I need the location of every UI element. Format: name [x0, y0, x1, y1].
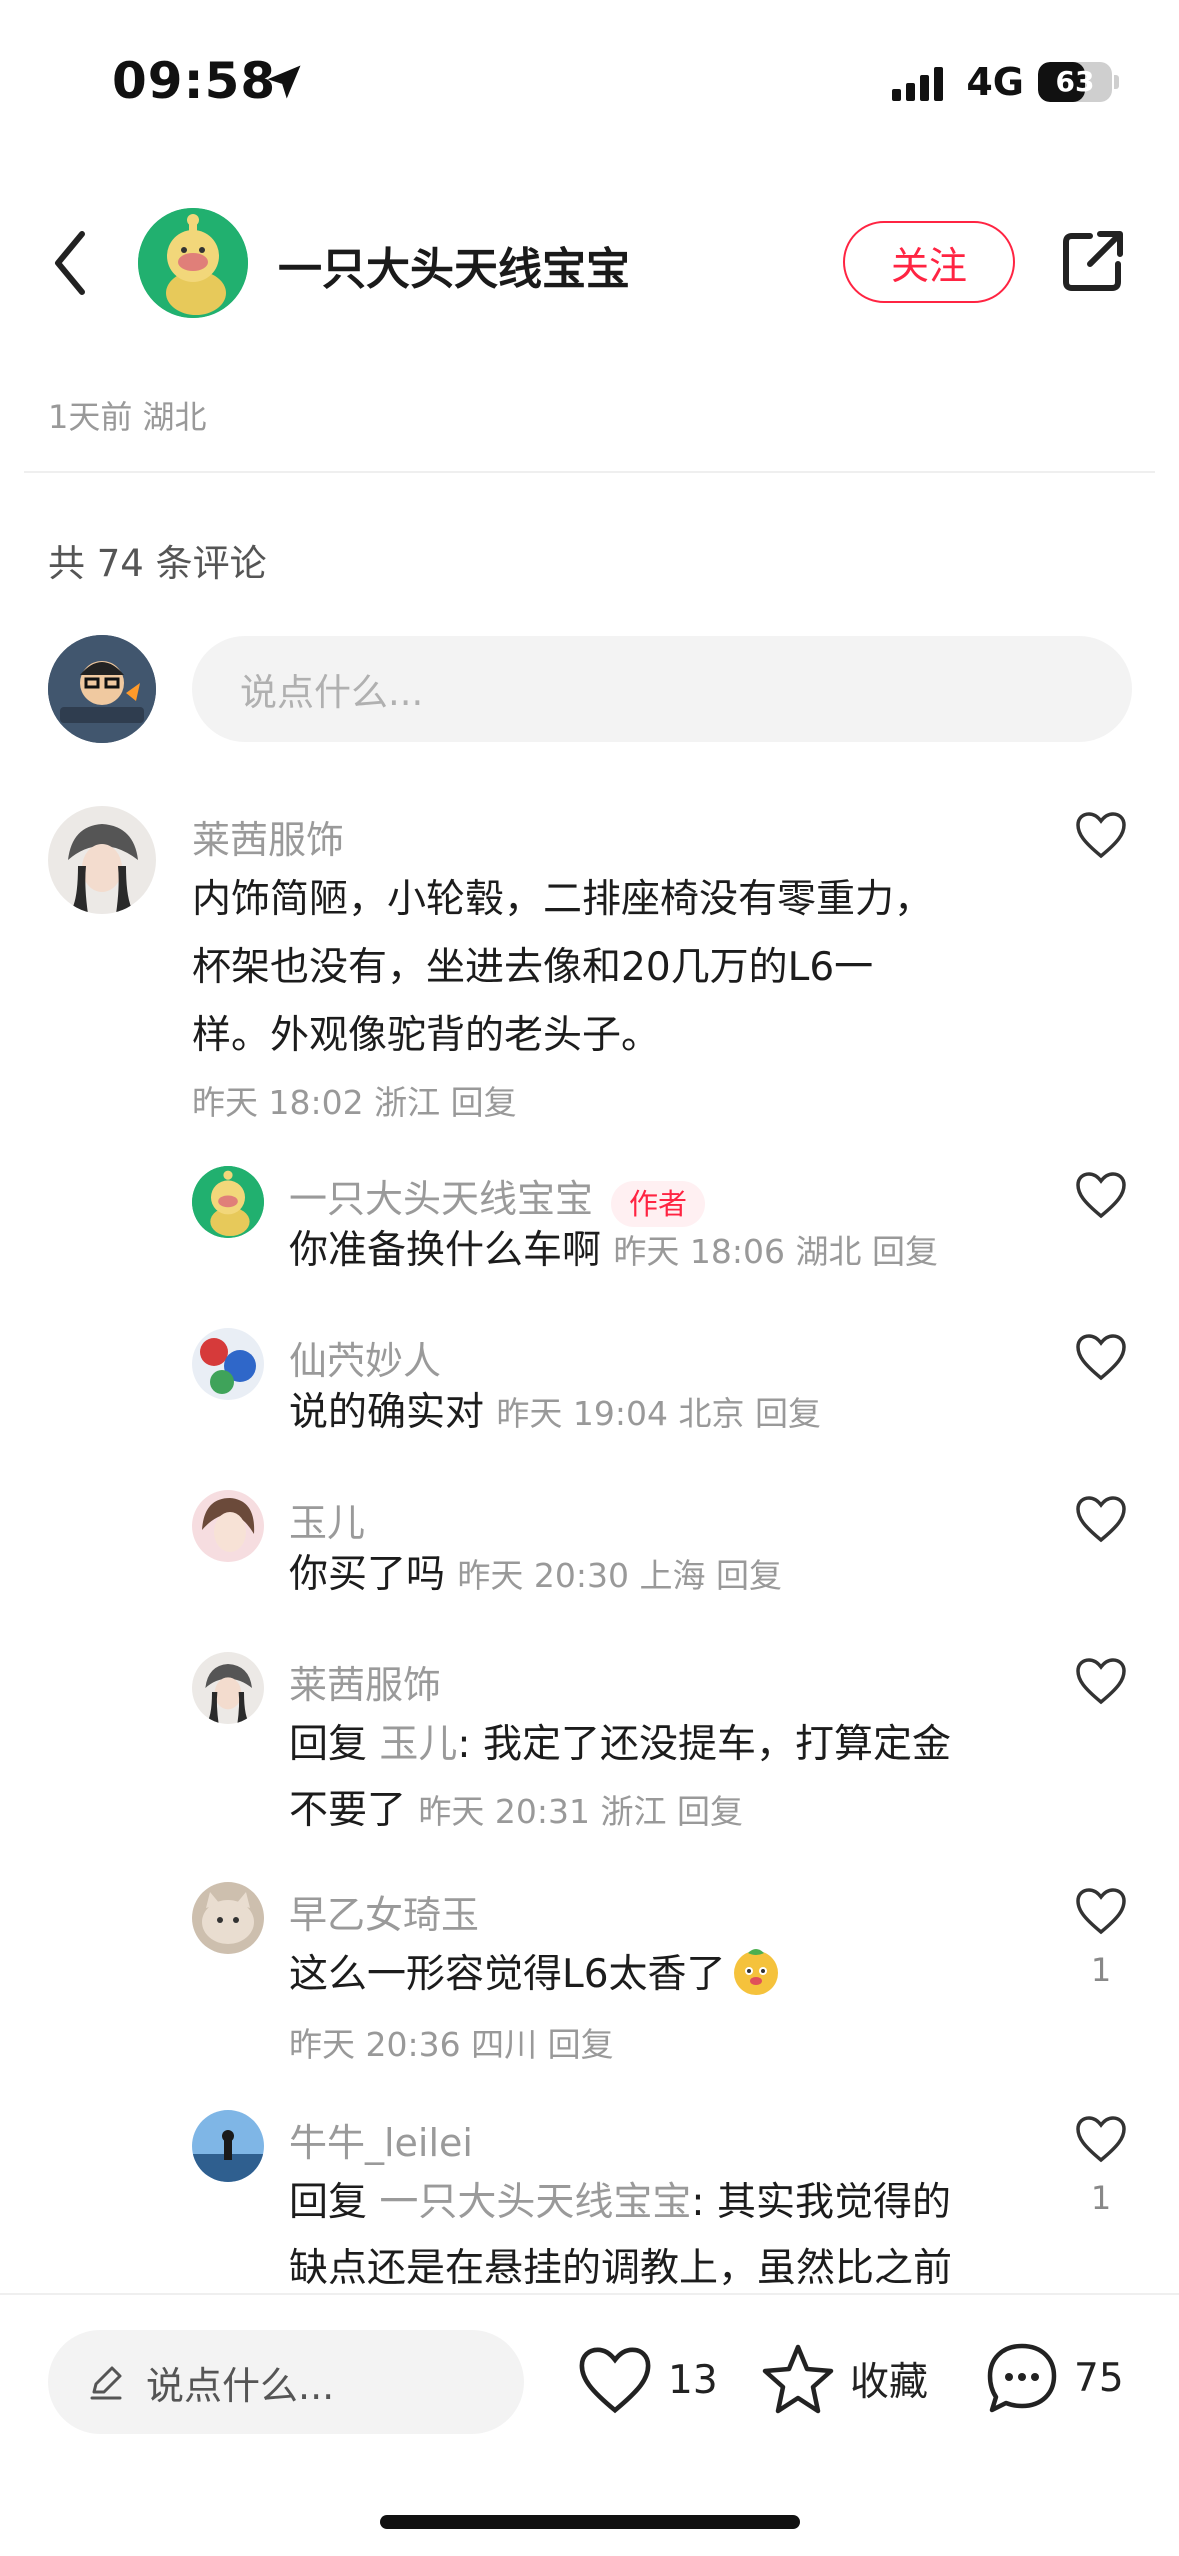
comment-line: 样。外观像驼背的老头子。: [192, 1013, 661, 1058]
reply-to-name[interactable]: 玉儿: [379, 1722, 457, 1767]
signal-icon: [892, 63, 952, 101]
bottom-divider: [0, 2293, 1179, 2295]
comment-total: 75: [1074, 2355, 1124, 2401]
reply-prefix: 回复: [289, 1722, 380, 1767]
like-count: 1: [1090, 2179, 1112, 2217]
battery-tip: [1114, 75, 1119, 89]
reply-text: 回复 一只大头天线宝宝: 其实我觉得的 缺点还是在悬挂的调教上，虽然比之前: [289, 2170, 952, 2302]
reply-body: : 其实我觉得的: [691, 2180, 951, 2225]
reply-avatar[interactable]: [192, 1882, 264, 1954]
reply-meta[interactable]: 昨天 19:04 北京 回复: [496, 1394, 821, 1433]
battery-icon: 63: [1038, 62, 1112, 102]
heart-icon[interactable]: [1074, 1886, 1128, 1936]
reply-username[interactable]: 玉儿: [289, 1492, 365, 1547]
reply-body: : 我定了还没提车，打算定金: [457, 1722, 951, 1767]
comment-line: 内饰简陋，小轮毂，二排座椅没有零重力，: [192, 877, 934, 922]
comment-input[interactable]: 说点什么...: [192, 636, 1132, 742]
reply-body: 你买了吗: [289, 1552, 446, 1597]
heart-icon[interactable]: [1074, 1656, 1128, 1706]
follow-button[interactable]: 关注: [843, 221, 1015, 303]
comment-text: 内饰简陋，小轮毂，二排座椅没有零重力， 杯架也没有，坐进去像和20几万的L6一 …: [192, 866, 933, 1070]
heart-icon[interactable]: [1074, 1494, 1128, 1544]
share-icon[interactable]: [1060, 228, 1126, 294]
battery-level: 63: [1055, 65, 1095, 98]
status-right: 4G 63: [892, 60, 1119, 104]
reply-to-name[interactable]: 一只大头天线宝宝: [379, 2180, 691, 2225]
like-button[interactable]: 13: [576, 2344, 718, 2416]
like-count: 1: [1090, 1951, 1112, 1989]
network-type: 4G: [966, 60, 1024, 104]
status-time: 09:58: [112, 52, 277, 110]
back-icon[interactable]: [50, 228, 90, 298]
comment-meta[interactable]: 昨天 18:02 浙江 回复: [192, 1076, 517, 1124]
reply-username[interactable]: 早乙女琦玉: [289, 1884, 479, 1939]
reply-avatar[interactable]: [192, 1328, 264, 1400]
home-indicator: [380, 2515, 800, 2529]
bottom-input-placeholder: 说点什么...: [146, 2363, 335, 2408]
comment-username[interactable]: 莱茜服饰: [192, 809, 344, 864]
author-badge: 作者: [611, 1180, 706, 1227]
collect-label: 收藏: [850, 2360, 929, 2405]
reply-avatar[interactable]: [192, 1490, 264, 1562]
reply-username[interactable]: 莱茜服饰: [289, 1654, 441, 1709]
reply-line: 回复 一只大头天线宝宝: 其实我觉得的: [289, 2170, 952, 2236]
author-avatar[interactable]: [138, 208, 248, 318]
reply-meta[interactable]: 昨天 20:36 四川 回复: [289, 2018, 614, 2066]
location-arrow-icon: [267, 65, 301, 99]
reply-meta[interactable]: 昨天 20:30 上海 回复: [457, 1556, 782, 1595]
reply-prefix: 回复: [289, 2180, 380, 2225]
heart-icon[interactable]: [1074, 810, 1128, 860]
reply-body: 你准备换什么车啊: [289, 1228, 602, 1273]
reply-text: 你准备换什么车啊 昨天 18:06 湖北 回复: [289, 1226, 938, 1277]
comment-count: 共 74 条评论: [48, 542, 267, 585]
reply-username: 一只大头天线宝宝 作者: [289, 1168, 706, 1227]
comment-bubble-icon: [987, 2343, 1057, 2413]
heart-icon[interactable]: [1074, 1332, 1128, 1382]
heart-icon[interactable]: [1074, 1170, 1128, 1220]
reply-line: 不要了 昨天 20:31 浙江 回复: [289, 1778, 951, 1845]
comment-line: 杯架也没有，坐进去像和20几万的L6一: [192, 945, 874, 990]
reply-text: 这么一形容觉得L6太香了: [289, 1942, 782, 2008]
pencil-icon: [90, 2366, 122, 2400]
reply-line: 这么一形容觉得L6太香了: [289, 1942, 782, 2008]
heart-icon[interactable]: [1074, 2114, 1128, 2164]
like-total: 13: [668, 2357, 718, 2403]
reply-username[interactable]: 仙茓妙人: [289, 1330, 441, 1385]
reply-avatar[interactable]: [192, 1166, 264, 1238]
reply-body: 这么一形容觉得L6太香了: [289, 1952, 726, 1997]
collect-button[interactable]: 收藏: [760, 2342, 928, 2416]
reply-text: 回复 玉儿: 我定了还没提车，打算定金 不要了 昨天 20:31 浙江 回复: [289, 1712, 951, 1845]
reply-line: 回复 玉儿: 我定了还没提车，打算定金: [289, 1712, 951, 1778]
author-name[interactable]: 一只大头天线宝宝: [278, 233, 630, 297]
reply-text: 说的确实对 昨天 19:04 北京 回复: [289, 1388, 821, 1439]
commenter-avatar[interactable]: [48, 806, 156, 914]
my-avatar: [48, 635, 156, 743]
bottom-comment-input[interactable]: 说点什么...: [48, 2330, 524, 2434]
star-icon: [762, 2344, 834, 2414]
heart-icon: [579, 2347, 651, 2414]
reply-text: 你买了吗 昨天 20:30 上海 回复: [289, 1550, 782, 1601]
reply-body: 不要了: [289, 1788, 407, 1833]
reply-meta[interactable]: 昨天 18:06 湖北 回复: [613, 1232, 938, 1271]
reply-username[interactable]: 牛牛_leilei: [289, 2112, 473, 2167]
post-time-location: 1天前 湖北: [48, 398, 207, 436]
emoji-sticker-icon: [733, 1949, 778, 1995]
reply-body: 说的确实对: [289, 1390, 485, 1435]
reply-avatar[interactable]: [192, 1652, 264, 1724]
reply-meta[interactable]: 昨天 20:31 浙江 回复: [418, 1792, 743, 1831]
divider: [24, 471, 1155, 473]
reply-username-text[interactable]: 一只大头天线宝宝: [289, 1177, 593, 1221]
comment-button[interactable]: 75: [984, 2340, 1124, 2416]
reply-avatar[interactable]: [192, 2110, 264, 2182]
